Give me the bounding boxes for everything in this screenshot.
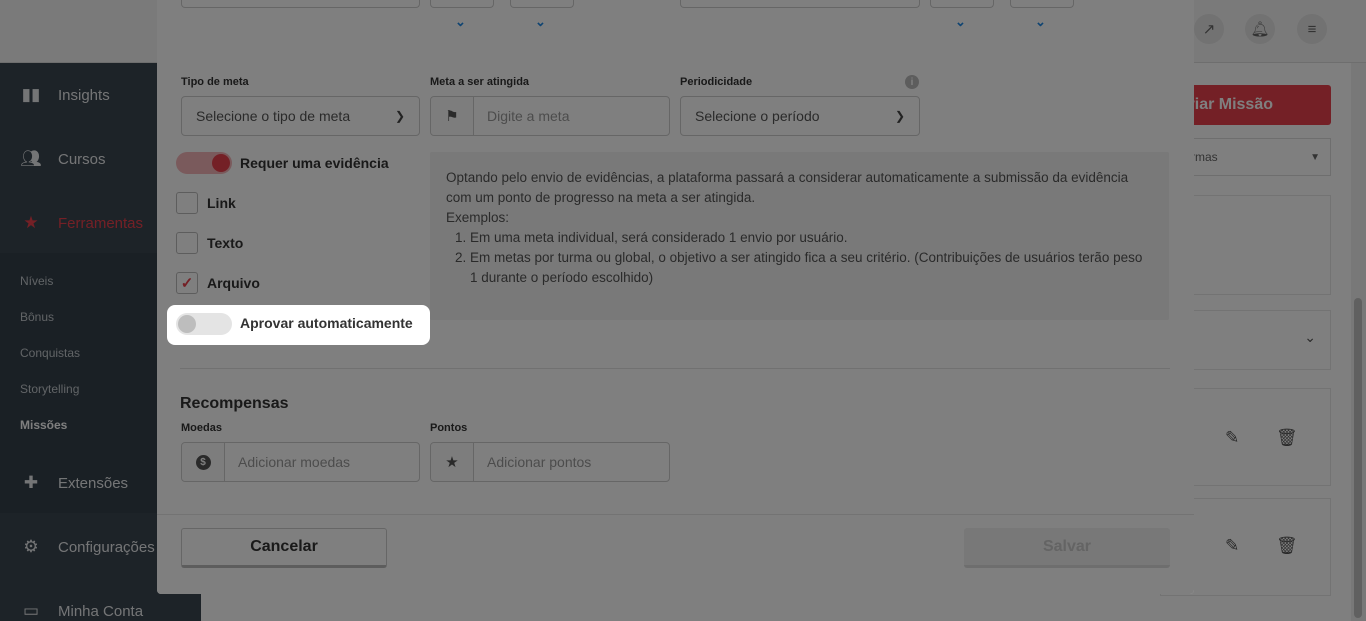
auto-approve-toggle-label: Aprovar automaticamente (240, 315, 413, 331)
auto-approve-toggle[interactable] (176, 313, 232, 335)
toggle-knob (178, 315, 196, 333)
modal-dim-overlay (157, 0, 1194, 594)
